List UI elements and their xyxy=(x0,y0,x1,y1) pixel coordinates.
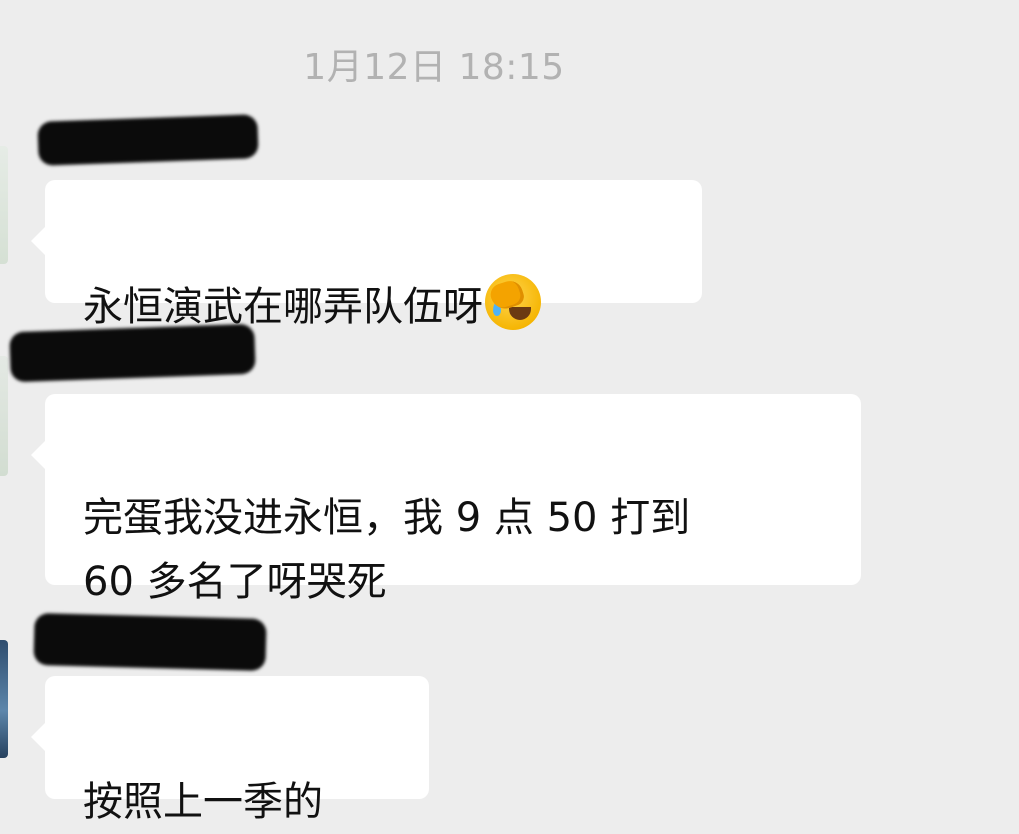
avatar[interactable] xyxy=(0,356,8,476)
avatar[interactable] xyxy=(0,146,8,264)
message-bubble[interactable]: 永恒演武在哪弄队伍呀 xyxy=(31,180,702,330)
chat-timestamp: 1月12日 18:15 xyxy=(303,47,565,88)
redacted-sender-name xyxy=(9,323,256,383)
message-text: 永恒演武在哪弄队伍呀 xyxy=(83,284,483,330)
face-palm-crying-emoji-icon xyxy=(485,274,541,330)
message-text: 按照上一季的 xyxy=(83,779,323,825)
redacted-sender-name xyxy=(37,114,259,166)
message-text: 完蛋我没进永恒，我 9 点 50 打到 60 多名了呀哭死 xyxy=(83,495,691,605)
redacted-sender-name xyxy=(33,612,267,672)
avatar[interactable] xyxy=(0,640,8,758)
message-bubble[interactable]: 完蛋我没进永恒，我 9 点 50 打到 60 多名了呀哭死 xyxy=(31,394,861,605)
message-bubble[interactable]: 按照上一季的 xyxy=(31,676,429,825)
